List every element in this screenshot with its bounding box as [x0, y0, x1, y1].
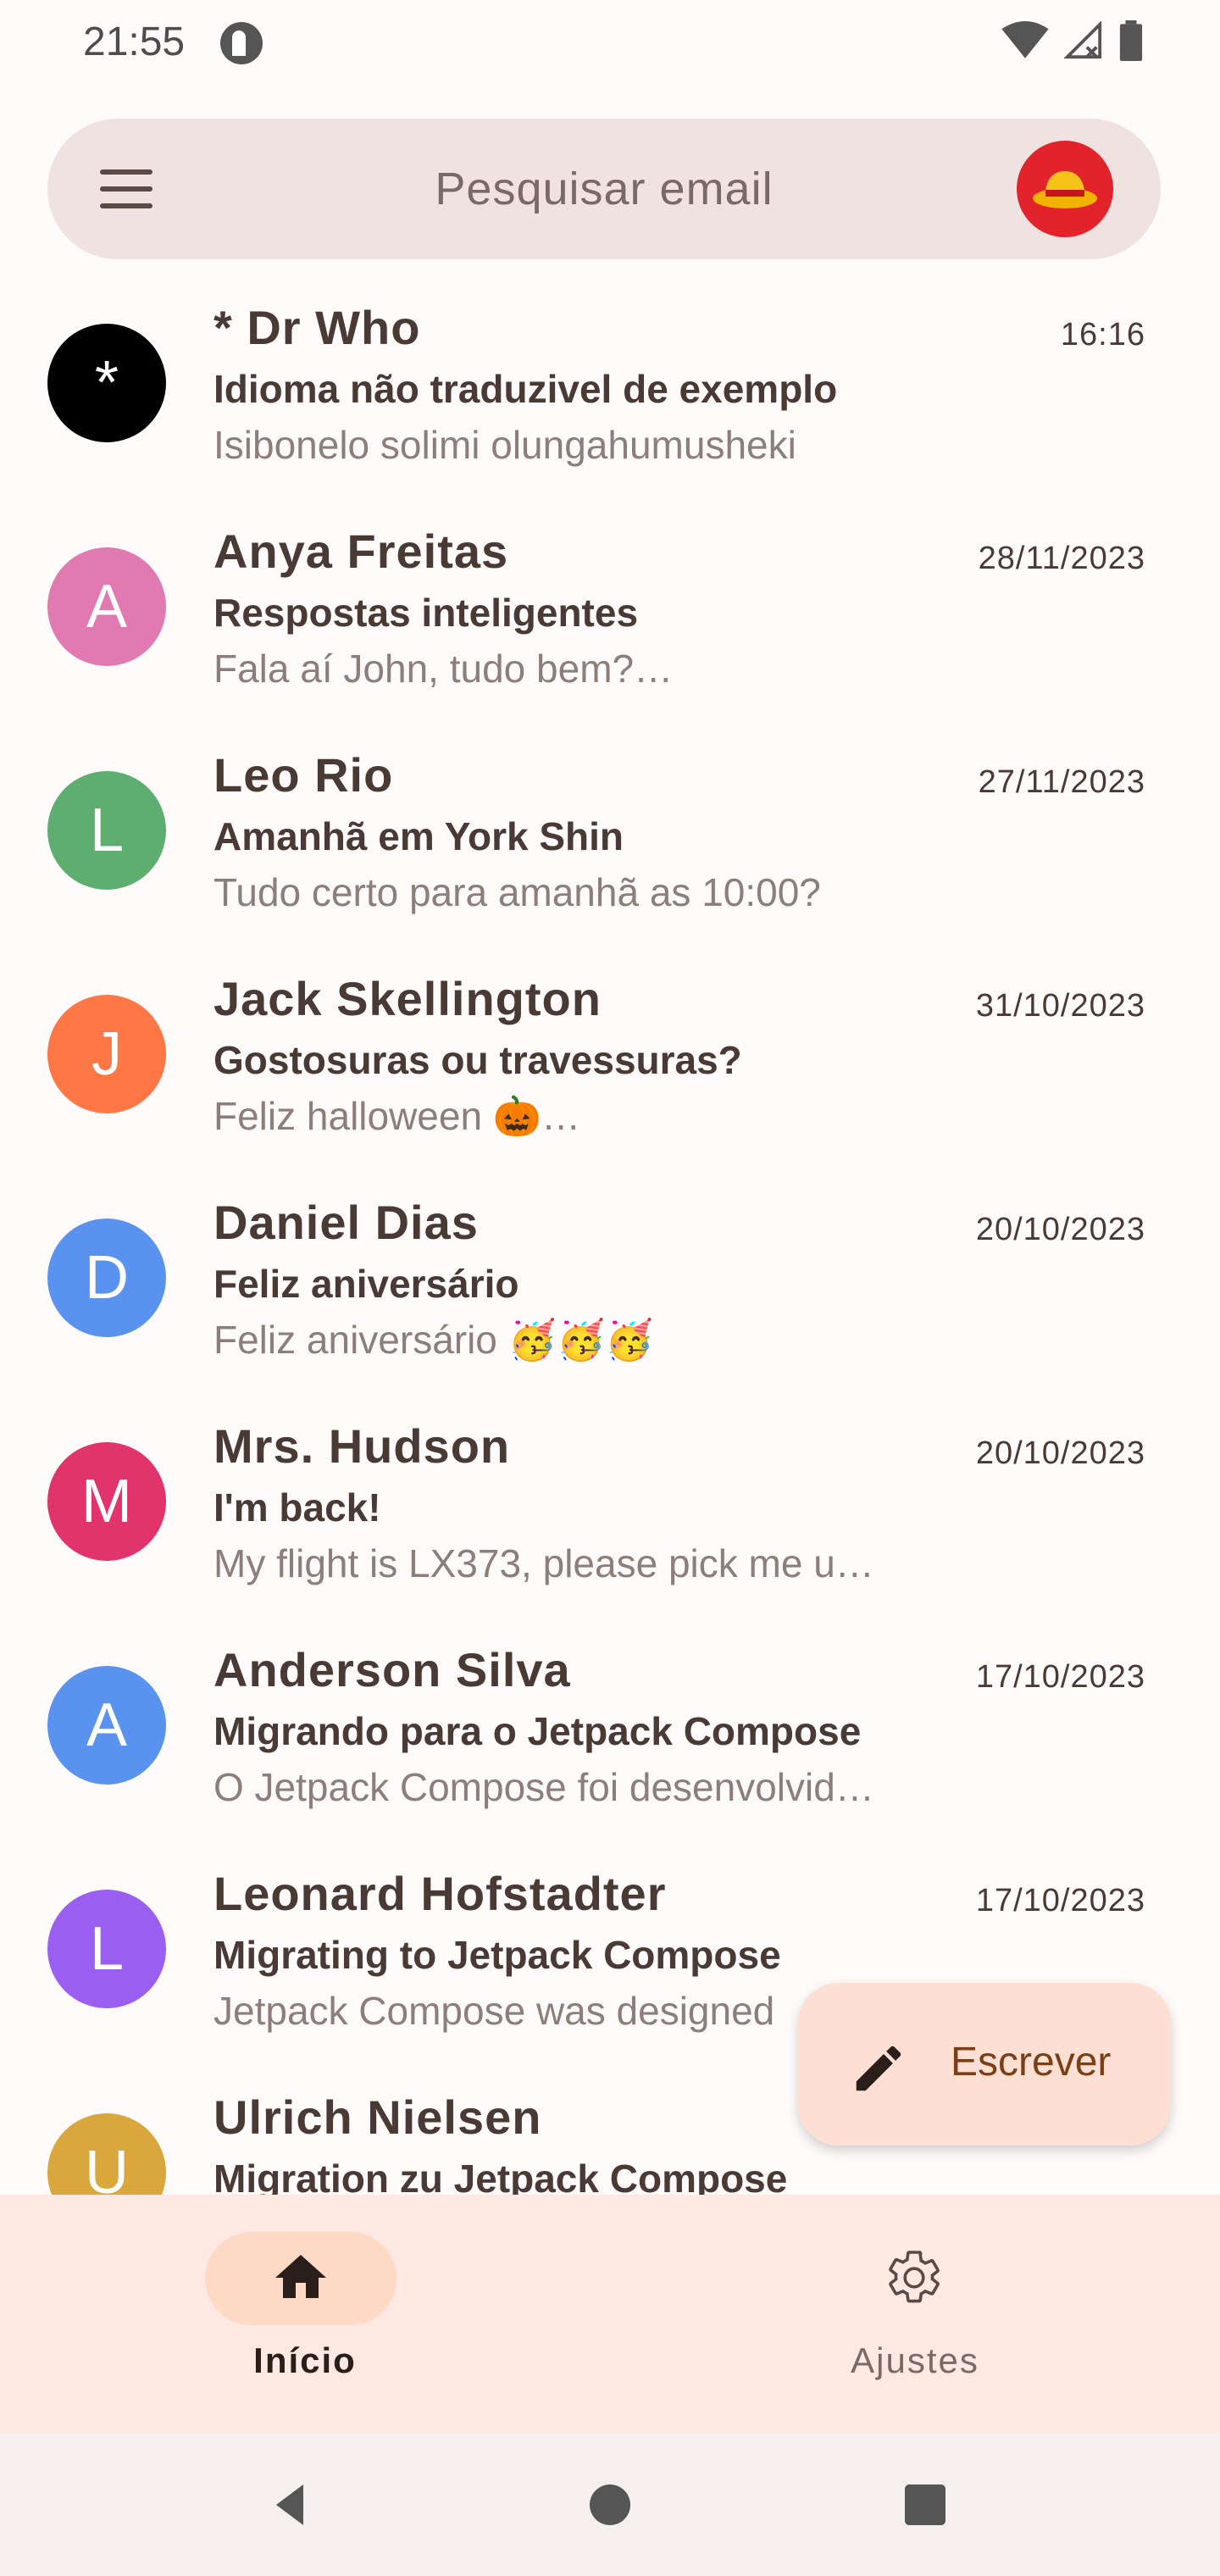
sender-avatar: U: [47, 2113, 166, 2195]
email-preview: Feliz aniversário 🥳🥳🥳: [214, 1318, 654, 1362]
email-item[interactable]: A Anya Freitas 28/11/2023 Respostas inte…: [0, 512, 1220, 736]
email-date: 16:16: [1060, 317, 1145, 353]
status-time: 21:55: [83, 19, 186, 64]
signal-icon: [1064, 21, 1102, 59]
email-subject: Respostas inteligentes: [214, 591, 639, 635]
user-avatar[interactable]: [1017, 141, 1113, 237]
app-notification-icon: [220, 22, 263, 64]
email-sender: Leo Rio: [214, 748, 394, 802]
email-sender: Anderson Silva: [214, 1643, 571, 1696]
email-preview: Tudo certo para amanhã as 10:00?: [214, 870, 821, 914]
email-sender: Jack Skellington: [214, 972, 602, 1025]
search-input[interactable]: Pesquisar email: [47, 163, 1161, 215]
email-subject: Migrando para o Jetpack Compose: [214, 1709, 862, 1753]
sender-avatar: L: [47, 1890, 166, 2008]
email-item[interactable]: M Mrs. Hudson 20/10/2023 I'm back! My fl…: [0, 1407, 1220, 1630]
email-date: 17/10/2023: [975, 1883, 1145, 1918]
email-subject: Gostosuras ou travessuras?: [214, 1038, 742, 1082]
email-list: * * Dr Who 16:16 Idioma não traduzivel d…: [0, 288, 1220, 2195]
system-navigation-bar: [0, 2434, 1220, 2576]
email-sender: Leonard Hofstadter: [214, 1867, 667, 1920]
sender-avatar: J: [47, 995, 166, 1113]
email-date: 31/10/2023: [975, 988, 1145, 1024]
battery-icon: [1119, 20, 1143, 61]
email-date: 27/11/2023: [978, 764, 1145, 800]
email-preview: O Jetpack Compose foi desenvolvid…: [214, 1765, 874, 1809]
nav-item-home[interactable]: Início: [0, 2195, 610, 2434]
sender-avatar: L: [47, 771, 166, 890]
recents-icon[interactable]: [898, 2478, 952, 2532]
nav-item-settings[interactable]: Ajustes: [610, 2195, 1220, 2434]
email-sender: Ulrich Nielsen: [214, 2090, 542, 2144]
home-icon: [275, 2255, 326, 2298]
compose-button[interactable]: Escrever: [798, 1983, 1171, 2146]
email-sender: Anya Freitas: [214, 525, 509, 578]
email-subject: Amanhã em York Shin: [214, 814, 624, 858]
nav-label-home: Início: [253, 2340, 357, 2380]
nav-label-settings: Ajustes: [851, 2340, 979, 2380]
email-sender: Mrs. Hudson: [214, 1419, 511, 1473]
compose-label: Escrever: [951, 2040, 1112, 2085]
email-preview: Feliz halloween 🎃…: [214, 1094, 581, 1138]
email-item[interactable]: L Leo Rio 27/11/2023 Amanhã em York Shin…: [0, 736, 1220, 959]
email-subject: Idioma não traduzivel de exemplo: [214, 367, 838, 411]
bottom-navigation: Início Ajustes: [0, 2195, 1220, 2434]
email-sender: Daniel Dias: [214, 1196, 479, 1249]
email-preview: Isibonelo solimi olungahumusheki: [214, 423, 796, 467]
search-bar[interactable]: Pesquisar email: [47, 119, 1161, 259]
sender-avatar: A: [47, 547, 166, 666]
pencil-icon: [856, 2046, 901, 2091]
email-date: 20/10/2023: [975, 1435, 1145, 1471]
email-date: 20/10/2023: [975, 1212, 1145, 1247]
straw-hat-icon: [1033, 171, 1097, 208]
email-item[interactable]: D Daniel Dias 20/10/2023 Feliz aniversár…: [0, 1183, 1220, 1407]
email-subject: Feliz aniversário: [214, 1262, 519, 1306]
email-subject: Migration zu Jetpack Compose: [214, 2157, 788, 2195]
email-preview: My flight is LX373, please pick me u…: [214, 1541, 874, 1585]
sender-avatar: A: [47, 1666, 166, 1785]
home-circle-icon[interactable]: [583, 2478, 637, 2532]
sender-avatar: *: [47, 324, 166, 442]
status-bar: 21:55: [0, 0, 1220, 93]
wifi-icon: [1001, 21, 1049, 58]
gear-icon: [889, 2251, 940, 2303]
email-item[interactable]: * * Dr Who 16:16 Idioma não traduzivel d…: [0, 288, 1220, 512]
back-icon[interactable]: [263, 2478, 317, 2532]
status-icons: [1001, 20, 1144, 61]
email-item[interactable]: A Anderson Silva 17/10/2023 Migrando par…: [0, 1630, 1220, 1854]
email-subject: I'm back!: [214, 1485, 381, 1530]
email-subject: Migrating to Jetpack Compose: [214, 1933, 781, 1977]
sender-avatar: M: [47, 1442, 166, 1561]
email-sender: * Dr Who: [214, 301, 421, 354]
sender-avatar: D: [47, 1219, 166, 1337]
email-date: 17/10/2023: [975, 1659, 1145, 1695]
email-date: 28/11/2023: [978, 541, 1145, 576]
email-preview: Fala aí John, tudo bem?…: [214, 647, 674, 691]
email-item[interactable]: J Jack Skellington 31/10/2023 Gostosuras…: [0, 959, 1220, 1183]
